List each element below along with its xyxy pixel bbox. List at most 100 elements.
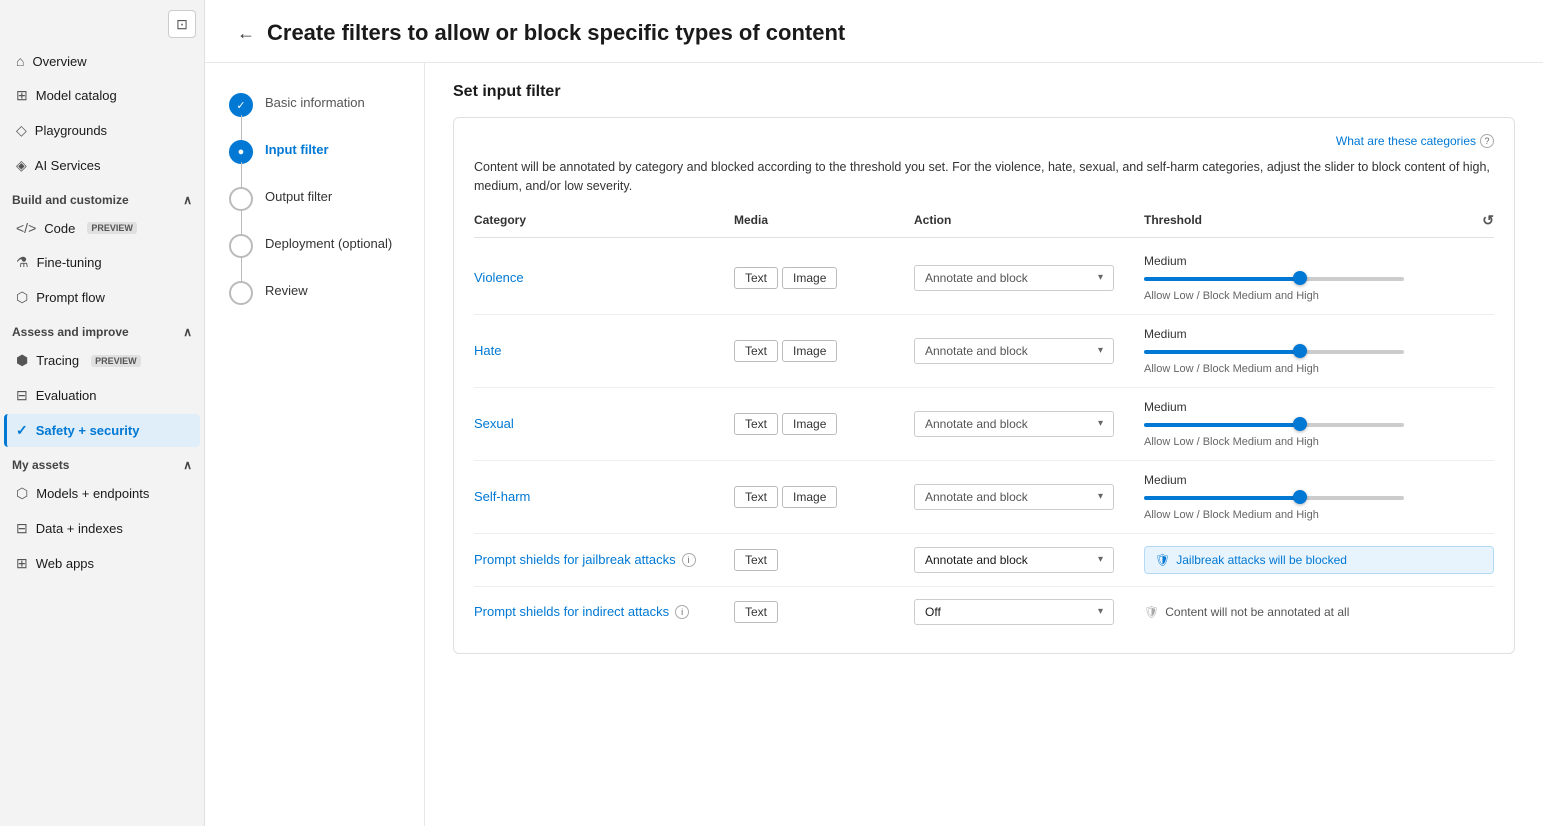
main-content: ← Create filters to allow or block speci…: [205, 0, 1543, 826]
media-text-sexual[interactable]: Text: [734, 413, 778, 435]
step-circle-review: [229, 281, 253, 305]
slider-violence[interactable]: [1144, 276, 1404, 282]
action-dropdown-indirect[interactable]: Off ▾: [914, 599, 1114, 625]
dropdown-arrow-jailbreak: ▾: [1098, 554, 1103, 565]
threshold-label-self-harm: Medium: [1144, 473, 1494, 487]
slider-sexual[interactable]: [1144, 422, 1404, 428]
media-image-hate[interactable]: Image: [782, 340, 837, 362]
sidebar-item-playgrounds[interactable]: ◇ Playgrounds: [4, 114, 200, 147]
threshold-self-harm: Medium Allow Low / Block Medium and High: [1144, 473, 1494, 521]
media-image-self-harm[interactable]: Image: [782, 486, 837, 508]
action-dropdown-sexual[interactable]: Annotate and block ▾: [914, 411, 1114, 437]
info-icon-jailbreak[interactable]: i: [682, 553, 696, 567]
sidebar-item-model-catalog[interactable]: ⊞ Model catalog: [4, 79, 200, 112]
table-row-self-harm: Self-harm Text Image Annotate and block …: [474, 461, 1494, 534]
slider-thumb-violence: [1293, 271, 1307, 285]
sidebar-item-fine-tuning[interactable]: ⚗ Fine-tuning: [4, 246, 200, 279]
slider-hate[interactable]: [1144, 349, 1404, 355]
table-row-violence: Violence Text Image Annotate and block ▾…: [474, 242, 1494, 315]
slider-track-self-harm: [1144, 496, 1404, 500]
sidebar-item-models-endpoints[interactable]: ⬡ Models + endpoints: [4, 477, 200, 510]
sidebar-item-ai-services[interactable]: ◈ AI Services: [4, 149, 200, 182]
sidebar-item-evaluation[interactable]: ⊟ Evaluation: [4, 379, 200, 412]
media-buttons-violence: Text Image: [734, 267, 914, 289]
sidebar-item-data-indexes[interactable]: ⊟ Data + indexes: [4, 512, 200, 545]
threshold-sexual: Medium Allow Low / Block Medium and High: [1144, 400, 1494, 448]
dropdown-arrow-self-harm: ▾: [1098, 491, 1103, 502]
section-header-assess-improve[interactable]: Assess and improve ∧: [0, 315, 204, 343]
category-sexual: Sexual: [474, 416, 734, 431]
what-categories-link[interactable]: What are these categories ?: [474, 134, 1494, 148]
threshold-sublabel-violence: Allow Low / Block Medium and High: [1144, 290, 1494, 302]
step-circle-input-filter: ●: [229, 140, 253, 164]
step-circle-basic-info: ✓: [229, 93, 253, 117]
slider-track-sexual: [1144, 423, 1404, 427]
media-image-violence[interactable]: Image: [782, 267, 837, 289]
sidebar-item-safety-security[interactable]: ✓ Safety + security: [4, 414, 200, 447]
collapse-sidebar-button[interactable]: ⊡: [168, 10, 196, 38]
filter-card: What are these categories ? Content will…: [453, 117, 1515, 654]
header-action: Action: [914, 212, 1144, 229]
fine-tuning-icon: ⚗: [16, 254, 29, 271]
media-text-self-harm[interactable]: Text: [734, 486, 778, 508]
step-label-input-filter: Input filter: [265, 134, 329, 181]
info-icon-categories: ?: [1480, 134, 1494, 148]
section-header-build-customize[interactable]: Build and customize ∧: [0, 183, 204, 211]
media-buttons-jailbreak: Text: [734, 549, 914, 571]
overview-icon: ⌂: [16, 53, 24, 69]
sidebar-item-code[interactable]: </> Code PREVIEW: [4, 212, 200, 244]
slider-track-hate: [1144, 350, 1404, 354]
chevron-up-icon-3: ∧: [183, 458, 192, 472]
sidebar: ⊡ ⌂ Overview ⊞ Model catalog ◇ Playgroun…: [0, 0, 205, 826]
reset-threshold-icon[interactable]: ↺: [1482, 212, 1494, 229]
slider-thumb-sexual: [1293, 417, 1307, 431]
media-text-jailbreak[interactable]: Text: [734, 549, 778, 571]
prompt-flow-icon: ⬡: [16, 289, 28, 306]
step-review[interactable]: Review: [229, 275, 400, 322]
category-self-harm: Self-harm: [474, 489, 734, 504]
chevron-up-icon-2: ∧: [183, 325, 192, 339]
filter-section-title: Set input filter: [453, 83, 1515, 101]
category-jailbreak[interactable]: Prompt shields for jailbreak attacks: [474, 552, 676, 567]
model-catalog-icon: ⊞: [16, 87, 28, 104]
step-input-filter[interactable]: ● Input filter: [229, 134, 400, 181]
media-buttons-sexual: Text Image: [734, 413, 914, 435]
section-header-my-assets[interactable]: My assets ∧: [0, 448, 204, 476]
sidebar-item-prompt-flow[interactable]: ⬡ Prompt flow: [4, 281, 200, 314]
media-buttons-indirect: Text: [734, 601, 914, 623]
table-header: Category Media Action Threshold ↺: [474, 212, 1494, 238]
sidebar-item-overview[interactable]: ⌂ Overview: [4, 45, 200, 77]
filter-description: Content will be annotated by category an…: [474, 158, 1494, 196]
action-dropdown-self-harm[interactable]: Annotate and block ▾: [914, 484, 1114, 510]
action-dropdown-hate[interactable]: Annotate and block ▾: [914, 338, 1114, 364]
action-dropdown-jailbreak[interactable]: Annotate and block ▾: [914, 547, 1114, 573]
dropdown-arrow-hate: ▾: [1098, 345, 1103, 356]
dropdown-arrow-violence: ▾: [1098, 272, 1103, 283]
step-deployment[interactable]: Deployment (optional): [229, 228, 400, 275]
step-basic-info[interactable]: ✓ Basic information: [229, 87, 400, 134]
dropdown-arrow-sexual: ▾: [1098, 418, 1103, 429]
action-dropdown-violence[interactable]: Annotate and block ▾: [914, 265, 1114, 291]
threshold-sublabel-self-harm: Allow Low / Block Medium and High: [1144, 509, 1494, 521]
sidebar-item-tracing[interactable]: ⬢ Tracing PREVIEW: [4, 344, 200, 377]
header-media: Media: [734, 212, 914, 229]
media-text-violence[interactable]: Text: [734, 267, 778, 289]
content-area: ✓ Basic information ● Input filter Outpu…: [205, 63, 1543, 826]
media-image-sexual[interactable]: Image: [782, 413, 837, 435]
slider-self-harm[interactable]: [1144, 495, 1404, 501]
media-text-hate[interactable]: Text: [734, 340, 778, 362]
threshold-hate: Medium Allow Low / Block Medium and High: [1144, 327, 1494, 375]
media-text-indirect[interactable]: Text: [734, 601, 778, 623]
sidebar-item-web-apps[interactable]: ⊞ Web apps: [4, 547, 200, 580]
table-row-hate: Hate Text Image Annotate and block ▾ Med…: [474, 315, 1494, 388]
step-label-output-filter: Output filter: [265, 181, 332, 228]
info-icon-indirect[interactable]: i: [675, 605, 689, 619]
chevron-up-icon: ∧: [183, 193, 192, 207]
back-button[interactable]: ←: [237, 23, 255, 44]
category-indirect[interactable]: Prompt shields for indirect attacks: [474, 604, 669, 619]
table-row-indirect: Prompt shields for indirect attacks i Te…: [474, 587, 1494, 637]
filter-content: Set input filter What are these categori…: [425, 63, 1543, 826]
web-apps-icon: ⊞: [16, 555, 28, 572]
slider-thumb-self-harm: [1293, 490, 1307, 504]
step-output-filter[interactable]: Output filter: [229, 181, 400, 228]
